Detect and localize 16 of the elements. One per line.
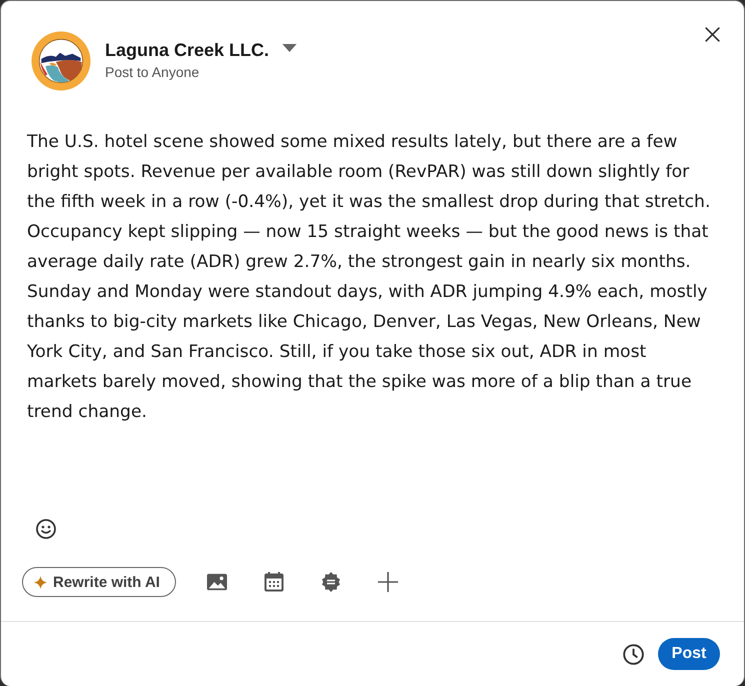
image-icon[interactable] xyxy=(207,572,227,592)
sparkle-icon xyxy=(34,576,47,588)
rewrite-with-ai-button[interactable]: Rewrite with AI xyxy=(22,567,176,597)
caret-icon[interactable] xyxy=(282,44,298,52)
emoji-icon[interactable] xyxy=(36,519,56,539)
close-icon[interactable] xyxy=(704,26,721,43)
plus-icon[interactable] xyxy=(378,572,398,592)
logo-icon xyxy=(31,31,91,91)
calendar-icon[interactable] xyxy=(264,572,284,592)
post-button[interactable]: Post xyxy=(658,638,720,670)
seal-icon[interactable] xyxy=(321,572,341,592)
audience-label[interactable]: Post to Anyone xyxy=(105,62,200,80)
clock-icon[interactable] xyxy=(623,644,644,664)
author-name: Laguna Creek LLC. xyxy=(105,38,270,62)
post-paragraph: Sunday and Monday were standout days, with ADR jumping 4.9% each, mostly thanks to big-city markets like Chicago, Denver, Las Vegas, New Orleans, New York City, and San Francisco. Still, if you take those six out, ADR in most markets barely moved, showing that the spike was more of a blip than a true trend change. xyxy=(27,281,708,424)
post-paragraph: The U.S. hotel scene showed some mixed results lately, but there are a few bright spots. Revenue per available room (RevPAR) was still down slightly for the fifth week in a row (-0.4%), yet it was the smallest drop during that stretch. Occupancy kept slipping — now 15 straight weeks — but the good news is that average daily rate (ADR) grew 2.7%, the strongest gain in nearly six months. xyxy=(27,131,712,274)
